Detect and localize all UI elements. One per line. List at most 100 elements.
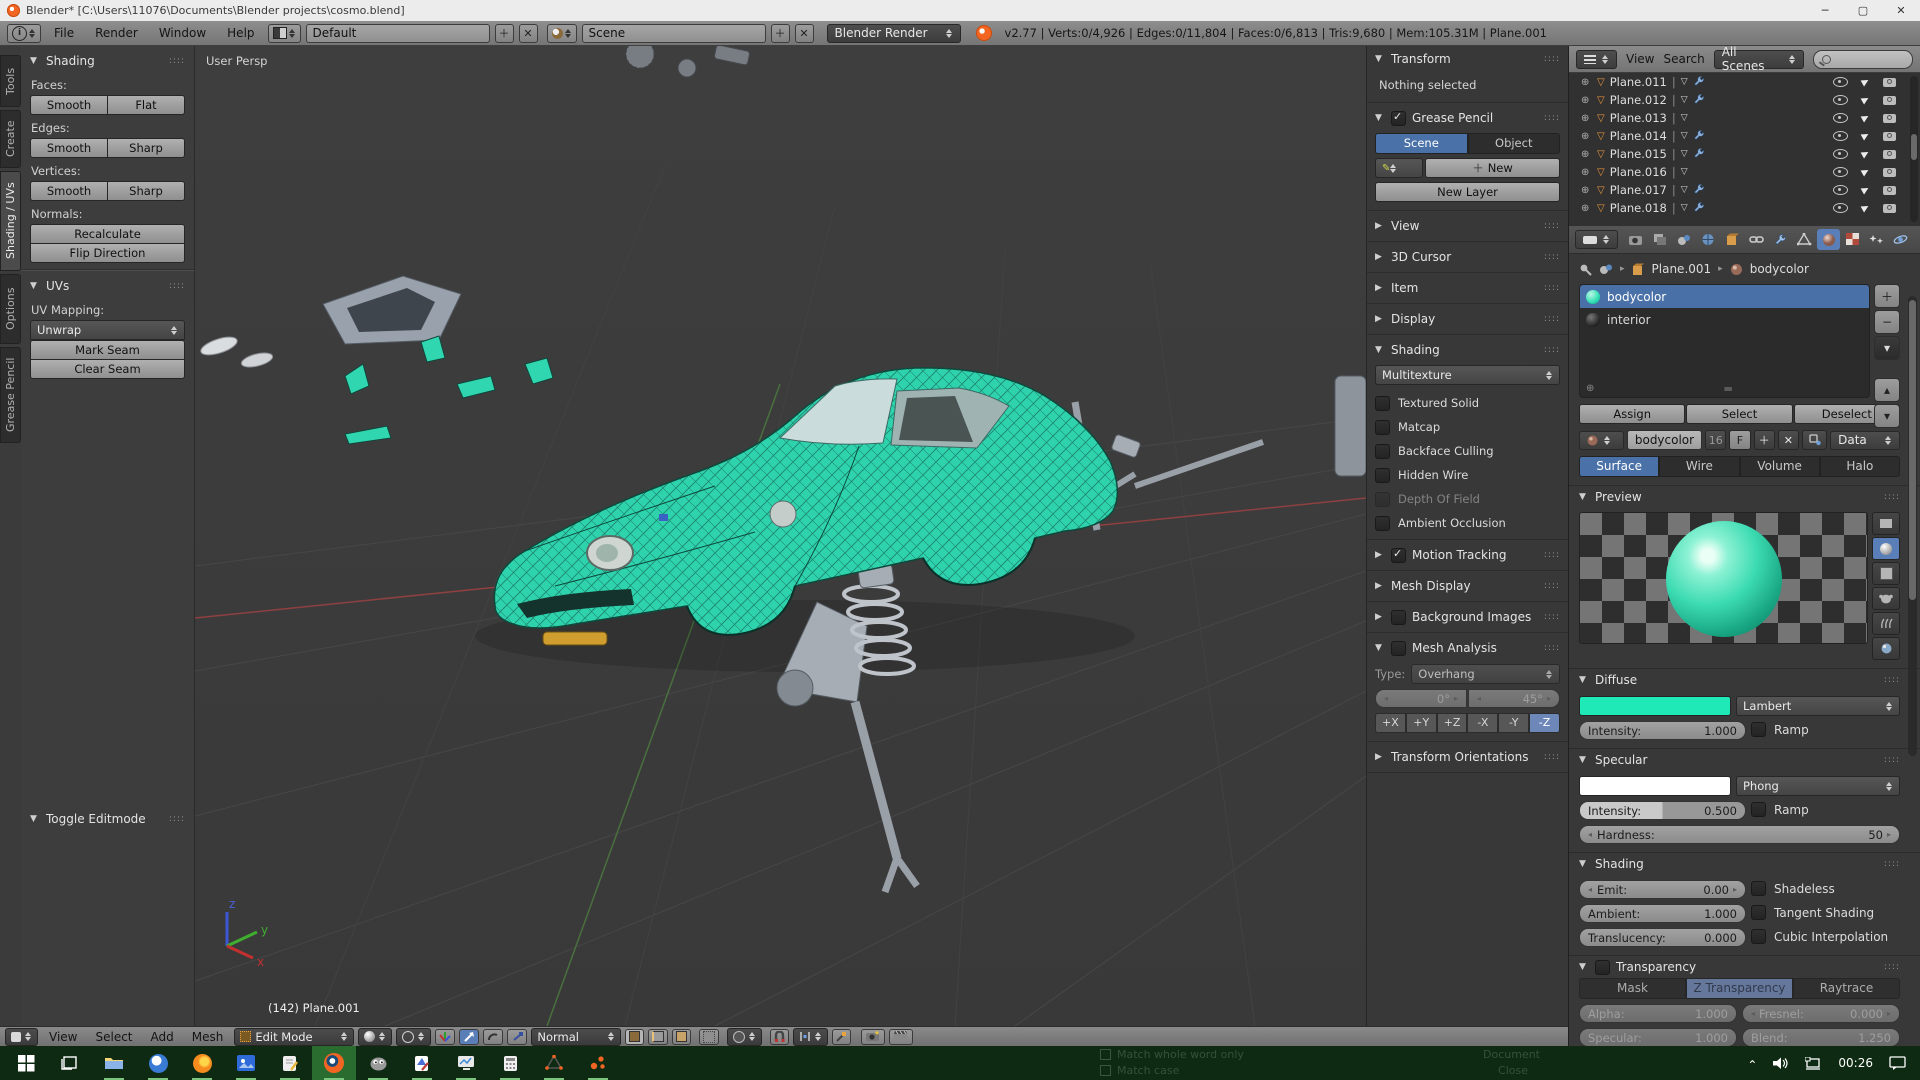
- shading-mode-select[interactable]: Multitexture: [1375, 365, 1560, 385]
- shadeless-checkbox[interactable]: [1751, 881, 1766, 896]
- layout-selector[interactable]: Default: [306, 24, 490, 43]
- taskbar-text-editor[interactable]: [268, 1046, 312, 1080]
- renderable-camera-icon[interactable]: [1883, 132, 1896, 141]
- type-wire-tab[interactable]: Wire: [1659, 456, 1739, 477]
- uvs-panel-header[interactable]: ▼UVs::::: [30, 275, 185, 297]
- transform-panel-header[interactable]: ▼Transform::::: [1375, 48, 1560, 70]
- transparency-raytrace-tab[interactable]: Raytrace: [1793, 978, 1900, 999]
- vertices-sharp-button[interactable]: Sharp: [107, 181, 185, 201]
- mark-seam-button[interactable]: Mark Seam: [30, 340, 185, 360]
- tray-clock[interactable]: 00:26: [1838, 1056, 1873, 1070]
- slot-move-up-button[interactable]: ▴: [1874, 378, 1900, 402]
- grease-pencil-checkbox[interactable]: [1391, 111, 1406, 126]
- snap-element-select[interactable]: [793, 1028, 828, 1046]
- specular-panel-header[interactable]: ▼Specular::::: [1579, 749, 1900, 771]
- manipulator-scale-button[interactable]: [507, 1029, 527, 1045]
- visibility-eye-icon[interactable]: [1833, 131, 1848, 141]
- outliner-row[interactable]: ⊕▽Plane.018|▽▶: [1569, 199, 1920, 217]
- viewport-3d[interactable]: z y x User Persp (142) Plane.001: [195, 46, 1366, 1026]
- slot-add-button[interactable]: ＋: [1874, 284, 1900, 308]
- vertex-select-button[interactable]: [625, 1029, 644, 1045]
- item-panel-header[interactable]: ▶Item::::: [1375, 277, 1560, 299]
- display-panel-header[interactable]: ▶Display::::: [1375, 308, 1560, 330]
- scene-add-button[interactable]: ＋: [771, 24, 790, 43]
- tab-mesh-data[interactable]: [1793, 229, 1816, 250]
- taskbar-blender[interactable]: [312, 1046, 356, 1080]
- outliner-scope-select[interactable]: All Scenes: [1714, 50, 1804, 69]
- flip-direction-button[interactable]: Flip Direction: [30, 244, 185, 263]
- tab-particles[interactable]: [1865, 229, 1888, 250]
- selectable-cursor-icon[interactable]: ▶: [1860, 166, 1871, 178]
- diffuse-intensity-slider[interactable]: Intensity:1.000: [1579, 721, 1746, 740]
- slot-remove-button[interactable]: −: [1874, 310, 1900, 334]
- background-images-panel-header[interactable]: ▶Background Images::::: [1375, 606, 1560, 628]
- outliner-row[interactable]: ⊕▽Plane.012|▽▶: [1569, 91, 1920, 109]
- faces-smooth-button[interactable]: Smooth: [30, 95, 107, 115]
- manipulator-axis-button[interactable]: [435, 1029, 455, 1045]
- maximize-button[interactable]: ▢: [1844, 0, 1882, 21]
- scene-delete-button[interactable]: ✕: [795, 24, 814, 43]
- operator-panel-header[interactable]: ▼Toggle Editmode::::: [30, 808, 185, 830]
- diffuse-ramp-checkbox[interactable]: [1751, 722, 1766, 737]
- material-slot[interactable]: interior: [1580, 308, 1869, 331]
- tab-material[interactable]: [1817, 229, 1840, 250]
- taskbar-mesh-tool[interactable]: [532, 1046, 576, 1080]
- outliner-row[interactable]: ⊕▽Plane.015|▽▶: [1569, 145, 1920, 163]
- gp-new-layer-button[interactable]: New Layer: [1375, 182, 1560, 202]
- editor-type-select[interactable]: [5, 1028, 38, 1046]
- background-images-checkbox[interactable]: [1391, 610, 1406, 625]
- visibility-eye-icon[interactable]: [1833, 167, 1848, 177]
- assign-button[interactable]: Assign: [1579, 404, 1685, 424]
- transparency-mask-tab[interactable]: Mask: [1579, 978, 1686, 999]
- selectable-cursor-icon[interactable]: ▶: [1860, 202, 1871, 214]
- specular-transp-field[interactable]: Specular:1.000: [1579, 1028, 1737, 1047]
- visibility-eye-icon[interactable]: [1833, 185, 1848, 195]
- preview-panel-header[interactable]: ▼Preview::::: [1579, 486, 1900, 508]
- material-new-button[interactable]: ＋: [1754, 430, 1775, 450]
- scene-icon[interactable]: [547, 24, 577, 43]
- shelf-tab-tools[interactable]: Tools: [0, 55, 21, 107]
- panel-grip[interactable]: ::::: [169, 281, 185, 291]
- tab-modifiers[interactable]: [1769, 229, 1792, 250]
- axis-plus-x-button[interactable]: +X: [1375, 713, 1406, 733]
- menu-view[interactable]: View: [42, 1030, 84, 1044]
- preview-sphere-button[interactable]: [1872, 537, 1900, 560]
- edges-smooth-button[interactable]: Smooth: [30, 138, 107, 158]
- gp-new-button[interactable]: ＋New: [1425, 158, 1560, 178]
- mode-select[interactable]: Edit Mode: [234, 1028, 354, 1046]
- motion-tracking-checkbox[interactable]: [1391, 548, 1406, 563]
- tab-render[interactable]: [1625, 229, 1648, 250]
- start-button[interactable]: [4, 1046, 48, 1080]
- edges-sharp-button[interactable]: Sharp: [107, 138, 185, 158]
- renderable-camera-icon[interactable]: [1883, 114, 1896, 123]
- clear-seam-button[interactable]: Clear Seam: [30, 360, 185, 379]
- outliner-search-input[interactable]: [1813, 50, 1913, 69]
- ambient-field[interactable]: Ambient:1.000: [1579, 904, 1746, 923]
- taskbar-calculator[interactable]: [488, 1046, 532, 1080]
- backface-culling-checkbox[interactable]: [1375, 444, 1390, 459]
- outliner-row[interactable]: ⊕▽Plane.016|▽▶: [1569, 163, 1920, 181]
- outliner-row[interactable]: ⊕▽Plane.011|▽▶: [1569, 73, 1920, 91]
- render-engine-select[interactable]: Blender Render: [827, 24, 961, 43]
- viewport-shading-select[interactable]: [358, 1028, 392, 1046]
- fresnel-field[interactable]: ◂Fresnel:0.000▸: [1742, 1004, 1900, 1023]
- proportional-edit-select[interactable]: [727, 1028, 762, 1046]
- taskbar-browser[interactable]: [136, 1046, 180, 1080]
- hardness-field[interactable]: ◂Hardness:50▸: [1579, 825, 1900, 844]
- axis-minus-z-button[interactable]: -Z: [1529, 713, 1560, 733]
- menu-render[interactable]: Render: [87, 26, 146, 40]
- ambient-occlusion-checkbox[interactable]: [1375, 516, 1390, 531]
- type-surface-tab[interactable]: Surface: [1579, 456, 1659, 477]
- axis-plus-z-button[interactable]: +Z: [1437, 713, 1468, 733]
- preview-flat-button[interactable]: [1872, 512, 1900, 535]
- orientation-select[interactable]: Normal: [531, 1028, 621, 1046]
- preview-world-button[interactable]: [1872, 637, 1900, 660]
- tray-chevron-icon[interactable]: ⌃: [1747, 1058, 1757, 1072]
- breadcrumb-material[interactable]: bodycolor: [1750, 262, 1809, 276]
- specular-intensity-slider[interactable]: Intensity:0.500: [1579, 801, 1746, 820]
- tangent-shading-checkbox[interactable]: [1751, 905, 1766, 920]
- tab-world[interactable]: [1697, 229, 1720, 250]
- translucency-field[interactable]: Translucency:0.000: [1579, 928, 1746, 947]
- renderable-camera-icon[interactable]: [1883, 186, 1896, 195]
- slot-specials-button[interactable]: ▾: [1874, 336, 1900, 360]
